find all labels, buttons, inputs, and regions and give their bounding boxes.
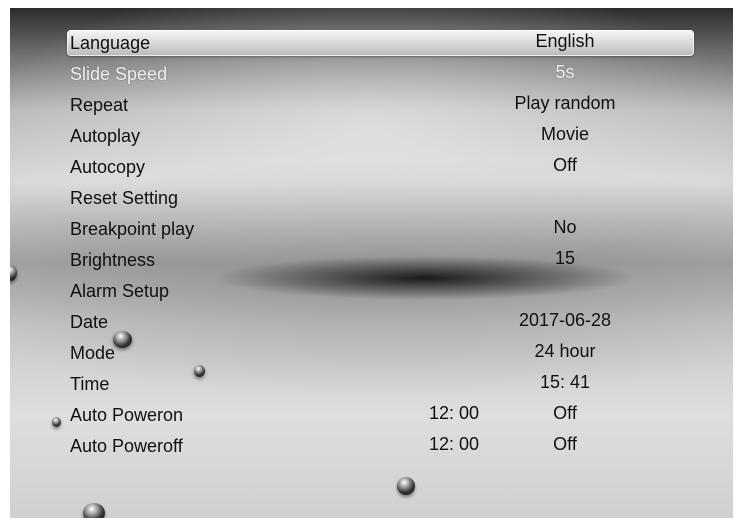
row-value: English	[535, 31, 595, 51]
water-droplet-decoration	[83, 503, 105, 518]
row-value: Play random	[514, 93, 616, 113]
row-label: Time	[70, 374, 110, 394]
menu-row-slide-speed[interactable]: Slide Speed 5s	[10, 60, 733, 88]
row-value: Movie	[540, 124, 590, 144]
menu-row-alarm-setup[interactable]: Alarm Setup	[10, 277, 733, 305]
menu-row-language[interactable]: Language English	[10, 29, 733, 57]
menu-row-autoplay[interactable]: Autoplay Movie	[10, 122, 733, 150]
row-label: Autocopy	[70, 157, 146, 177]
row-value: 15: 41	[539, 372, 591, 392]
row-label: Brightness	[70, 250, 156, 270]
menu-row-breakpoint-play[interactable]: Breakpoint play No	[10, 215, 733, 243]
row-value: No	[553, 217, 577, 237]
row-label: Language	[70, 33, 151, 53]
row-value: 5s	[555, 62, 575, 82]
row-value: Off	[553, 434, 577, 454]
water-droplet-decoration	[397, 477, 415, 495]
row-label: Reset Setting	[70, 188, 179, 208]
row-label: Breakpoint play	[70, 219, 195, 239]
row-label: Repeat	[70, 95, 129, 115]
row-value: 24 hour	[534, 341, 596, 361]
water-droplet-decoration	[194, 365, 205, 377]
row-time: 12: 00	[428, 403, 480, 423]
row-label: Mode	[70, 343, 116, 363]
menu-row-time[interactable]: Time 15: 41	[10, 370, 733, 398]
water-droplet-decoration	[113, 331, 132, 348]
row-time: 12: 00	[428, 434, 480, 454]
row-label: Auto Poweroff	[70, 436, 183, 456]
settings-screen: Language English Slide Speed 5s Repeat P…	[10, 8, 733, 518]
row-value: Off	[553, 403, 577, 423]
water-droplet-decoration	[52, 417, 61, 427]
menu-row-autocopy[interactable]: Autocopy Off	[10, 153, 733, 181]
menu-row-auto-poweron[interactable]: Auto Poweron 12: 00 Off	[10, 401, 733, 429]
row-value: 2017-06-28	[518, 310, 612, 330]
row-label: Date	[70, 312, 109, 332]
menu-row-reset-setting[interactable]: Reset Setting	[10, 184, 733, 212]
row-label: Alarm Setup	[70, 281, 170, 301]
menu-row-auto-poweroff[interactable]: Auto Poweroff 12: 00 Off	[10, 432, 733, 460]
row-label: Auto Poweron	[70, 405, 184, 425]
row-label: Autoplay	[70, 126, 141, 146]
menu-row-brightness[interactable]: Brightness 15	[10, 246, 733, 274]
row-label: Slide Speed	[70, 64, 168, 84]
row-value: 15	[554, 248, 576, 268]
menu-row-repeat[interactable]: Repeat Play random	[10, 91, 733, 119]
row-value: Off	[553, 155, 577, 175]
